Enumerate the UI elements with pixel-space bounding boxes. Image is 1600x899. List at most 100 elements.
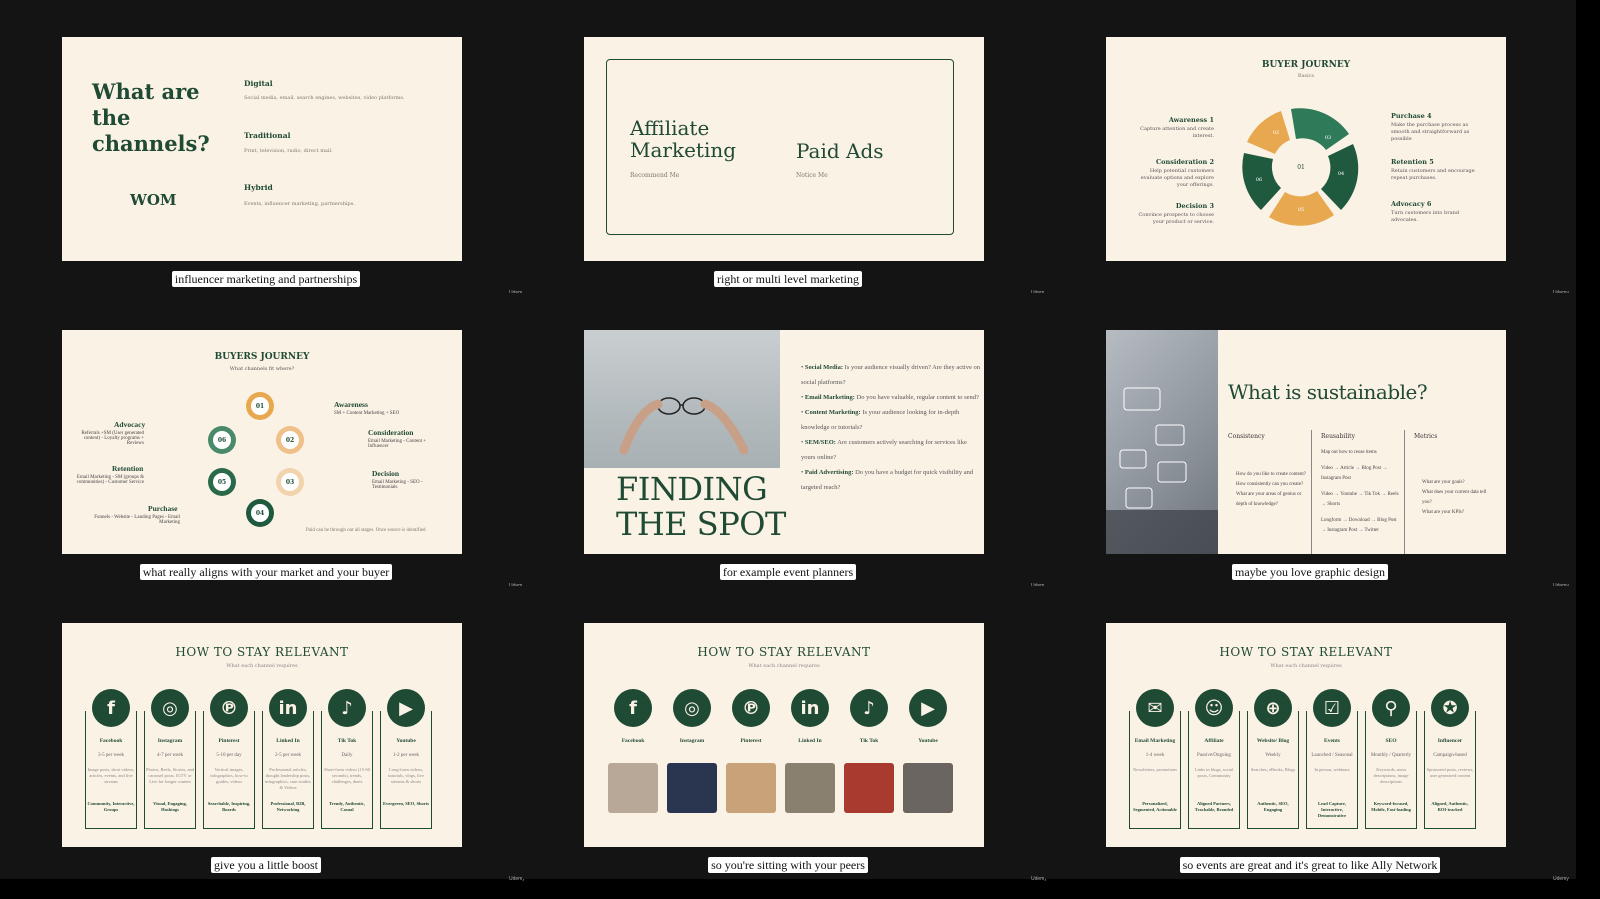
channel-icon: ♪ — [850, 689, 888, 727]
channel-description: Keywords, meta descriptions, image descr… — [1373, 767, 1409, 784]
channel-name: Pinterest — [740, 738, 762, 744]
paid-ads-title: Paid Ads — [796, 139, 884, 163]
wom-label: WOM — [130, 191, 177, 209]
caption-text: so events are great and it's great to li… — [1179, 857, 1441, 873]
video-cell-2[interactable]: Affiliate Marketing Recommend Me Paid Ad… — [522, 0, 1054, 296]
channel-name: Email Marketing — [1134, 738, 1176, 744]
stage-awareness: Awareness 1 — [1168, 116, 1214, 124]
slide-stay-relevant-social: HOW TO STAY RELEVANT What each channel r… — [62, 623, 462, 847]
col-consistency-head: Consistency — [1228, 433, 1265, 440]
slide-stay-relevant-peers: HOW TO STAY RELEVANT What each channel r… — [584, 623, 984, 847]
caption: for example event planners — [522, 561, 1054, 580]
video-cell-4[interactable]: BUYERS JOURNEY What channels fit where? … — [0, 293, 532, 589]
bullet-item: • Paid Advertising: Do you have a budget… — [801, 469, 974, 491]
photo-laptop — [1106, 330, 1218, 554]
channel-icon: ◎ — [673, 689, 711, 727]
category-traditional: Traditional — [244, 131, 291, 140]
channel-tags: Keyword-focused, Mobile, Fast-loading — [1371, 801, 1411, 812]
cycle-segment-04 — [1321, 144, 1359, 210]
stage-awareness-channels: SM + Content Marketing + SEO — [334, 411, 400, 416]
video-cell-3[interactable]: BUYER JOURNEY Basics Awareness 1 Capture… — [1044, 0, 1576, 296]
caption: so events are great and it's great to li… — [1044, 854, 1576, 873]
category-traditional-desc: Print, television, radio, direct mail. — [244, 148, 333, 154]
stage-purchase: Purchase — [148, 504, 178, 513]
channel-name: Influencer — [1437, 738, 1463, 744]
video-cell-6[interactable]: What is sustainable? Consistency How do … — [1044, 293, 1576, 589]
channel-description: Searches, eBooks, Blogs — [1250, 767, 1296, 772]
channel-frequency: Weekly — [1265, 753, 1281, 758]
channel-description: Photos, Reels, Stories, and carousel pos… — [146, 767, 194, 784]
col-metrics-body: What are your goals? What does your curr… — [1422, 480, 1487, 515]
channel-icon: f — [614, 689, 652, 727]
photo-thumbnail — [785, 763, 835, 813]
channel-description: Professional articles, thought leadershi… — [264, 767, 312, 790]
bullet-item: • Content Marketing: Is your audience lo… — [801, 409, 960, 431]
stage-consideration: Consideration — [368, 428, 414, 437]
channel-frequency: 1-2 per week — [392, 753, 420, 758]
channel-frequency: 2-5 per week — [274, 753, 302, 758]
photo-thumbnail — [903, 763, 953, 813]
title-line-1: FINDING — [616, 470, 768, 508]
channel-name: Facebook — [621, 738, 645, 744]
channel-icon: ◎ — [151, 689, 189, 727]
journey-node-05: 05 — [208, 468, 236, 496]
channel-tags: Personalized, Segmented, Actionable — [1133, 801, 1177, 812]
channel-tags: Trendy, Authentic, Casual — [329, 801, 365, 812]
glasses-icon — [619, 397, 749, 455]
bullet-list: • Social Media: Is your audience visuall… — [801, 360, 981, 495]
svg-text:05: 05 — [1298, 207, 1304, 213]
channel-icon: ✪ — [1431, 689, 1469, 727]
stage-consideration: Consideration 2 — [1156, 158, 1214, 166]
stage-decision-channels: Email Marketing - SEO - Testimonials — [372, 480, 423, 490]
category-hybrid: Hybrid — [244, 183, 273, 192]
stage-purchase: Purchase 4 — [1391, 112, 1432, 120]
channel-name: Website/ Blog — [1256, 738, 1290, 744]
video-cell-5[interactable]: FINDING THE SPOT • Social Media: Is your… — [522, 293, 1054, 589]
photo-thumbnail — [608, 763, 658, 813]
channel-frequency: 3-5 per week — [97, 753, 125, 758]
stage-advocacy: Advocacy — [114, 420, 146, 429]
channel-icon: ♪ — [328, 689, 366, 727]
caption-text: for example event planners — [719, 564, 857, 580]
category-hybrid-desc: Events, influencer marketing, partnershi… — [244, 201, 355, 207]
stage-decision: Decision 3 — [1175, 202, 1214, 210]
stage-retention-channels: Email Marketing - SM (groups & communiti… — [76, 475, 144, 485]
video-cell-1[interactable]: What are the channels? WOM Digital Socia… — [0, 0, 532, 296]
channel-description: Long-form videos, tutorials, vlogs, live… — [388, 767, 424, 784]
channel-tags: Authentic, SEO, Engaging — [1257, 801, 1289, 812]
stage-retention-desc: Retain customers and encourage repeat pu… — [1391, 168, 1475, 181]
video-cell-7[interactable]: HOW TO STAY RELEVANT What each channel r… — [0, 586, 532, 882]
stage-decision: Decision — [372, 469, 400, 478]
channel-description: Image posts, short videos, articles, eve… — [87, 767, 135, 784]
stage-purchase-channels: Funnels - Website - Landing Pages - Emai… — [94, 515, 180, 525]
video-cell-8[interactable]: HOW TO STAY RELEVANT What each channel r… — [522, 586, 1054, 882]
channel-tags: Community, Interactive, Groups — [87, 801, 135, 812]
channel-icon: in — [269, 689, 307, 727]
channel-name: Affiliate — [1204, 738, 1224, 744]
slide-title: HOW TO STAY RELEVANT — [1219, 645, 1393, 659]
slide-subtitle: What each channel requires — [748, 663, 820, 669]
journey-node-04: 04 — [246, 499, 274, 527]
caption: what really aligns with your market and … — [0, 561, 532, 580]
video-cell-9[interactable]: HOW TO STAY RELEVANT What each channel r… — [1044, 586, 1576, 882]
slide-buyers-journey-channels: BUYERS JOURNEY What channels fit where? … — [62, 330, 462, 554]
channel-frequency: Monthly / Quarterly — [1370, 753, 1412, 758]
slide-affiliate-paid: Affiliate Marketing Recommend Me Paid Ad… — [584, 37, 984, 261]
photo-thumbnail — [667, 763, 717, 813]
cycle-center-label: 01 — [1297, 164, 1305, 171]
channel-icon: ℗ — [732, 689, 770, 727]
stage-consideration-desc: Help potential customers evaluate option… — [1140, 168, 1214, 188]
bullet-item: • Social Media: Is your audience visuall… — [801, 364, 980, 386]
caption-text: so you're sitting with your peers — [708, 857, 868, 873]
channel-name: Linked In — [798, 738, 822, 744]
svg-text:02: 02 — [1273, 130, 1279, 136]
col-metrics-head: Metrics — [1414, 433, 1438, 440]
stage-consideration-channels: Email Marketing - Content + Influencer — [368, 439, 427, 449]
paid-ads-sub: Notice Me — [796, 172, 828, 179]
channel-frequency: 5-10 per day — [216, 753, 242, 758]
stage-purchase-desc: Make the purchase process as smooth and … — [1391, 122, 1470, 142]
channel-name: Pinterest — [218, 738, 240, 744]
caption-text: influencer marketing and partnerships — [171, 271, 361, 287]
channel-icon: in — [791, 689, 829, 727]
channel-description: In person, webinars — [1314, 767, 1350, 772]
